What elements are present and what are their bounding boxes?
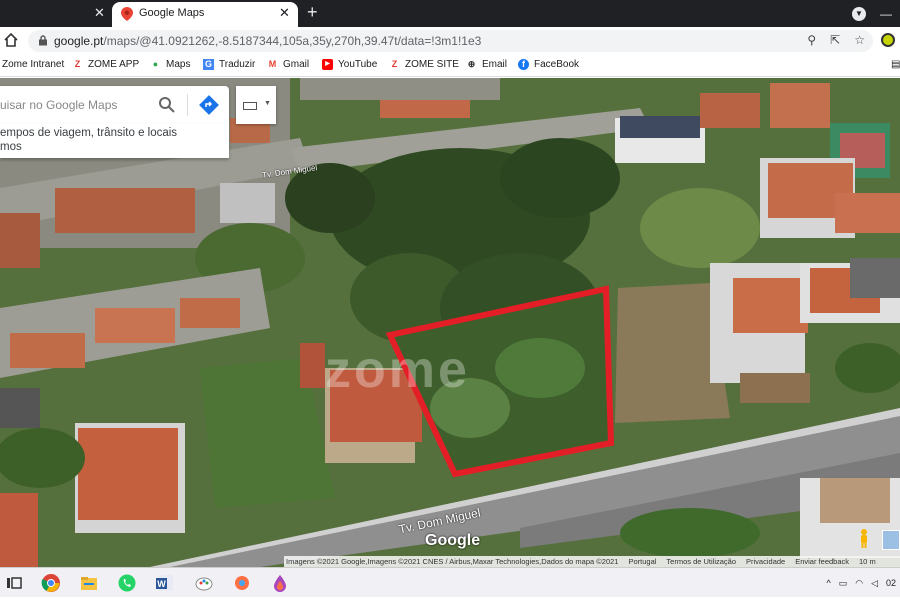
system-tray: ^ ▭ ◠ ◁ 02 — [826, 568, 900, 598]
bookmark-maps[interactable]: ● Maps — [150, 59, 191, 70]
task-view-icon[interactable] — [4, 573, 24, 593]
bookmark-traduzir[interactable]: G Traduzir — [203, 59, 255, 70]
bookmark-label: ZOME APP — [88, 59, 140, 70]
home-icon[interactable] — [3, 32, 19, 48]
zome-logo-icon: Z — [391, 59, 398, 69]
minimize-icon[interactable]: — — [880, 7, 892, 21]
bookmark-label: ZOME SITE — [405, 59, 459, 70]
suggestion-line-2: mos — [0, 141, 22, 153]
whatsapp-icon[interactable] — [117, 573, 137, 593]
search-input[interactable]: uisar no Google Maps — [0, 98, 117, 112]
lock-icon[interactable] — [38, 35, 48, 46]
paint-icon[interactable] — [194, 573, 214, 593]
tab-inactive[interactable]: ✕ — [0, 0, 112, 27]
bookmark-label: Traduzir — [219, 59, 256, 70]
search-suggestion[interactable]: empos de viagem, trânsito e locais mos — [0, 124, 229, 158]
terms-link[interactable]: Termos de Utilização — [666, 557, 736, 566]
bookmark-label: Zome Intranet — [2, 59, 65, 70]
maps-favicon-icon — [121, 7, 133, 21]
bookmark-label: YouTube — [338, 59, 378, 70]
word-icon[interactable]: W — [155, 573, 175, 593]
tab-google-maps[interactable]: Google Maps ✕ — [112, 2, 298, 27]
location-icon[interactable]: ⚲ — [807, 33, 816, 47]
bookmark-zome-site[interactable]: Z ZOME SITE — [389, 59, 459, 70]
battery-icon[interactable]: ▭ — [839, 578, 848, 589]
bookmark-label: Email — [482, 59, 508, 70]
bookmark-label: FaceBook — [534, 59, 580, 70]
maps-pin-icon: ● — [152, 59, 159, 69]
suggestion-line-1: empos de viagem, trânsito e locais — [0, 127, 178, 139]
url-text[interactable]: google.pt/maps/@41.0921262,-8.5187344,10… — [54, 34, 481, 48]
browser-tab-bar: ✕ Google Maps ✕ + ▼ — — [0, 0, 900, 27]
region-label[interactable]: Portugal — [628, 557, 656, 566]
google-logo: Google — [425, 532, 481, 549]
search-icon[interactable] — [158, 96, 176, 114]
search-divider — [187, 94, 188, 116]
paint-3d-icon[interactable] — [232, 573, 252, 593]
new-tab-button[interactable]: + — [307, 2, 318, 23]
reading-list-icon[interactable]: ▤ — [891, 59, 900, 70]
zome-logo-icon: Z — [74, 59, 81, 69]
pegman-icon[interactable] — [856, 528, 872, 548]
privacy-link[interactable]: Privacidade — [746, 557, 785, 566]
translate-icon: G — [203, 59, 214, 70]
bookmark-zome-intranet[interactable]: Zome Intranet — [2, 59, 64, 70]
tab-title: Google Maps — [139, 7, 205, 19]
volume-icon[interactable]: ◁ — [871, 578, 878, 589]
omnibox[interactable]: google.pt/maps/@41.0921262,-8.5187344,10… — [28, 30, 873, 52]
globe-icon: ⊕ — [467, 59, 476, 69]
file-explorer-icon[interactable] — [79, 573, 99, 593]
bookmark-youtube[interactable]: ▶ YouTube — [322, 59, 377, 70]
color-drop-icon[interactable] — [270, 573, 290, 593]
maps-search-box[interactable]: uisar no Google Maps — [0, 86, 229, 124]
send-to-device-icon[interactable]: ⇱ — [830, 33, 840, 47]
windows-taskbar: W ^ ▭ ◠ ◁ 02 — [0, 567, 900, 597]
map-attribution-bar: Imagens ©2021 Google,Imagens ©2021 CNES … — [284, 556, 900, 567]
chrome-icon[interactable] — [41, 573, 61, 593]
youtube-icon: ▶ — [322, 59, 333, 70]
gmail-icon: M — [268, 59, 277, 69]
url-path: /maps/@41.0921262,-8.5187344,105a,35y,27… — [103, 34, 482, 48]
bookmark-email[interactable]: ⊕ Email — [466, 59, 507, 70]
url-host: google.pt — [54, 34, 104, 48]
chevron-down-icon: ▼ — [264, 100, 271, 107]
imagery-credits: Imagens ©2021 Google,Imagens ©2021 CNES … — [286, 557, 619, 566]
extension-icon[interactable] — [881, 33, 895, 47]
bookmark-gmail[interactable]: M Gmail — [267, 59, 309, 70]
tray-chevron-icon[interactable]: ^ — [826, 578, 830, 588]
zome-watermark: zome — [325, 341, 470, 399]
svg-text:W: W — [157, 579, 166, 589]
bookmark-label: Maps — [166, 59, 191, 70]
close-tab-icon[interactable]: ✕ — [279, 5, 290, 21]
close-tab-icon[interactable]: ✕ — [94, 5, 105, 21]
feedback-link[interactable]: Enviar feedback — [795, 557, 849, 566]
wifi-icon[interactable]: ◠ — [855, 578, 863, 589]
clock-text[interactable]: 02 — [886, 578, 896, 588]
bookmark-facebook[interactable]: f FaceBook — [518, 59, 579, 70]
tab-search-icon[interactable]: ▼ — [852, 6, 866, 21]
keyboard-icon — [243, 102, 257, 110]
scale-label: 10 m — [859, 557, 876, 566]
address-bar-row: google.pt/maps/@41.0921262,-8.5187344,10… — [0, 27, 900, 55]
bookmarks-bar: Zome Intranet Z ZOME APP ● Maps G Traduzir … — [0, 55, 900, 77]
map-layer-thumbnail[interactable] — [882, 530, 900, 550]
facebook-icon: f — [518, 59, 529, 70]
keyboard-input-button[interactable]: ▼ — [236, 86, 276, 124]
omnibox-actions: ⚲ ⇱ ☆ — [807, 33, 865, 47]
directions-icon[interactable] — [199, 95, 219, 115]
bookmark-star-icon[interactable]: ☆ — [854, 33, 865, 47]
window-controls: ▼ — — [852, 0, 900, 27]
bookmark-zome-app[interactable]: Z ZOME APP — [72, 59, 139, 70]
bookmark-label: Gmail — [283, 59, 310, 70]
